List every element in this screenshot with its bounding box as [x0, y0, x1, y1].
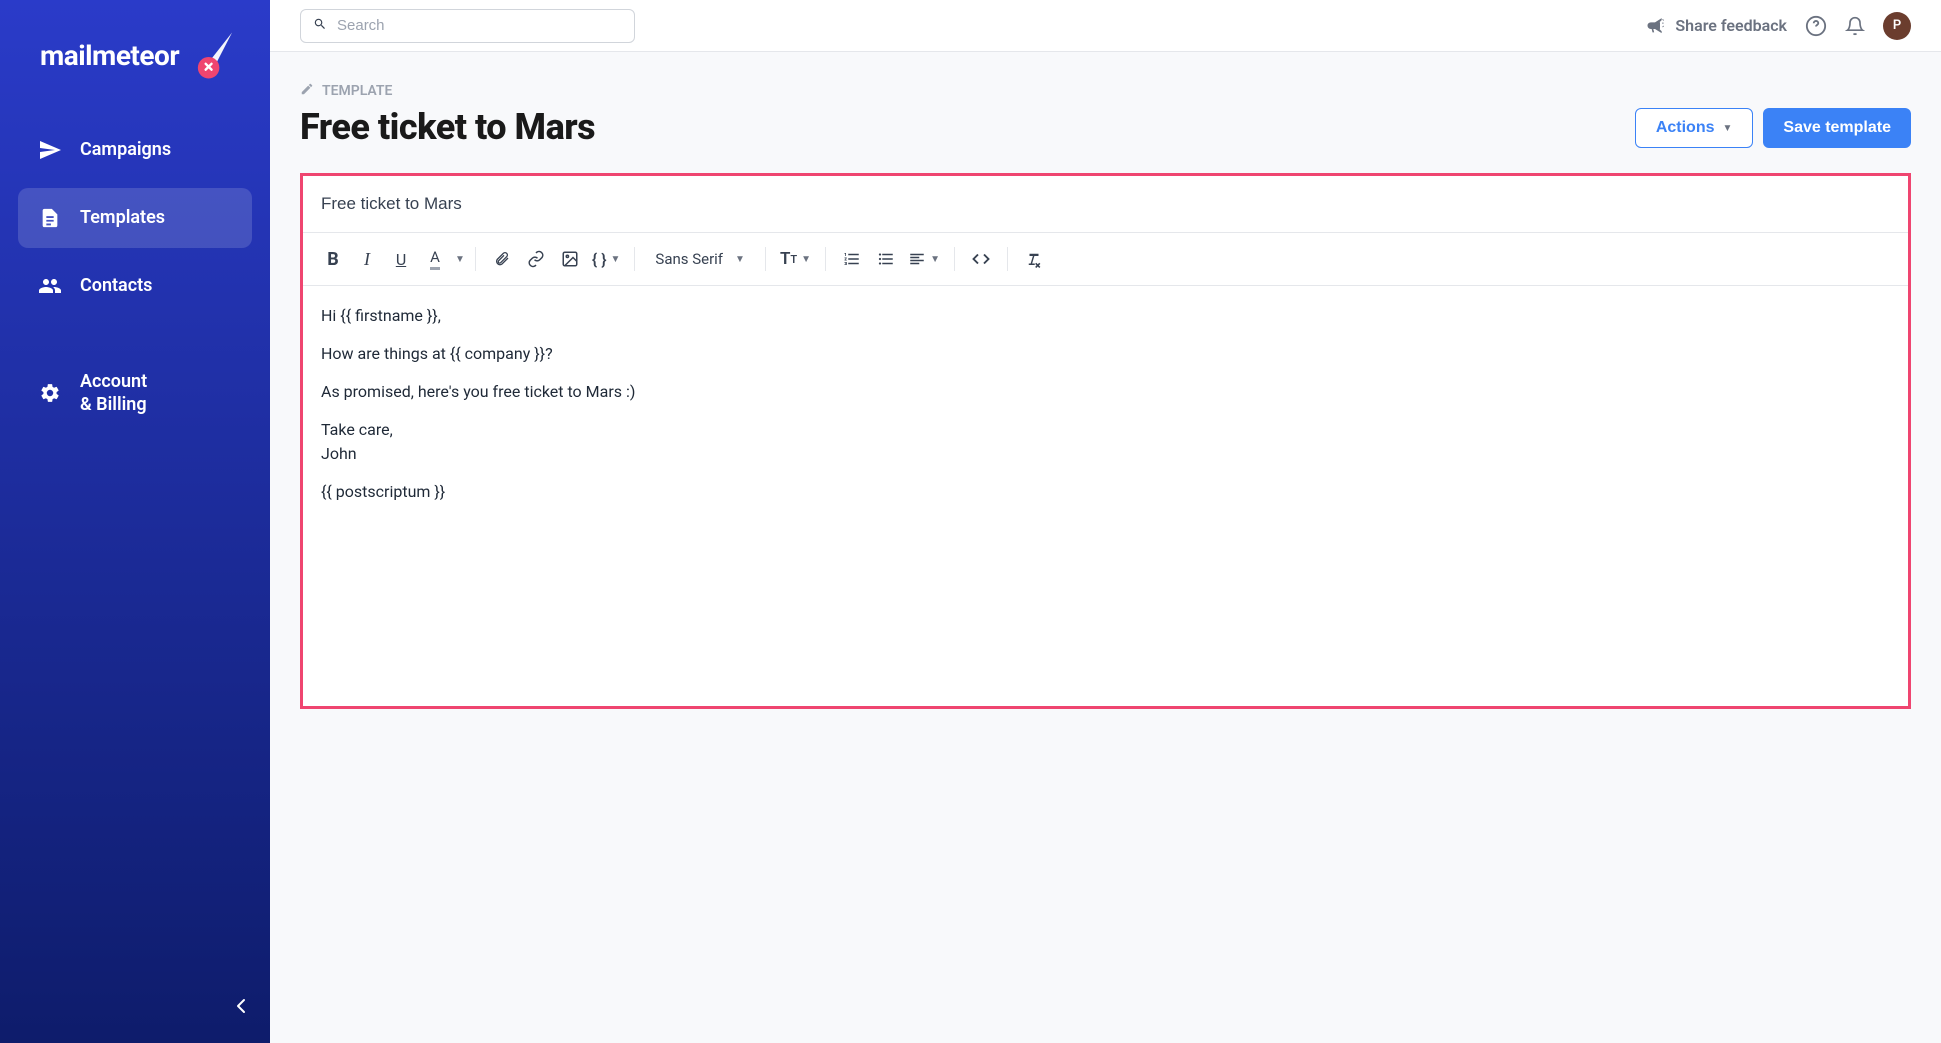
body-line: Hi {{ firstname }}, [321, 304, 1890, 328]
send-icon [38, 138, 62, 162]
caret-down-icon: ▼ [611, 254, 621, 265]
actions-dropdown-button[interactable]: Actions ▼ [1635, 108, 1754, 148]
clear-formatting-button[interactable] [1018, 243, 1050, 275]
text-color-button[interactable]: A [419, 243, 451, 275]
image-button[interactable] [554, 243, 586, 275]
sidebar-item-label: Templates [80, 206, 165, 229]
editor-body[interactable]: Hi {{ firstname }}, How are things at {{… [303, 286, 1908, 706]
align-button[interactable]: ▼ [904, 243, 944, 275]
sidebar-item-contacts[interactable]: Contacts [18, 256, 252, 316]
sidebar-item-label: Campaigns [80, 138, 171, 161]
font-label: Sans Serif [655, 250, 723, 268]
sidebar-item-account-billing[interactable]: Account & Billing [18, 352, 252, 435]
sidebar-item-templates[interactable]: Templates [18, 188, 252, 248]
caret-down-icon[interactable]: ▼ [455, 254, 465, 265]
feedback-label: Share feedback [1675, 16, 1787, 35]
sidebar-nav: Campaigns Templates Contacts Account & B [0, 120, 270, 435]
unordered-list-button[interactable] [870, 243, 902, 275]
body-line: How are things at {{ company }}? [321, 342, 1890, 366]
people-icon [38, 274, 62, 298]
attachment-button[interactable] [486, 243, 518, 275]
bold-button[interactable]: B [317, 243, 349, 275]
save-template-button[interactable]: Save template [1763, 108, 1911, 148]
search-icon [313, 16, 327, 35]
brand-logo[interactable]: mailmeteor [0, 0, 270, 120]
subject-input[interactable] [321, 194, 1890, 214]
body-line: Take care,John [321, 418, 1890, 466]
main-area: Share feedback P [270, 0, 1941, 1043]
user-avatar[interactable]: P [1883, 12, 1911, 40]
search-input[interactable] [337, 17, 622, 34]
pencil-icon [300, 82, 314, 100]
italic-button[interactable]: I [351, 243, 383, 275]
ordered-list-button[interactable] [836, 243, 868, 275]
content: TEMPLATE Free ticket to Mars Actions ▼ S… [270, 52, 1941, 1043]
caret-down-icon: ▼ [930, 254, 940, 265]
notifications-button[interactable] [1845, 15, 1865, 37]
file-icon [38, 206, 62, 230]
help-button[interactable] [1805, 15, 1827, 37]
caret-down-icon: ▼ [801, 254, 811, 265]
sidebar-item-label: Account & Billing [80, 370, 147, 417]
sidebar-collapse-button[interactable] [230, 992, 252, 1025]
page-title: Free ticket to Mars [300, 106, 595, 148]
topbar: Share feedback P [270, 0, 1941, 52]
share-feedback-button[interactable]: Share feedback [1645, 14, 1787, 38]
editor-toolbar: B I U A ▼ { } [303, 233, 1908, 286]
font-size-button[interactable]: TT ▼ [776, 243, 815, 275]
avatar-initial: P [1893, 18, 1901, 33]
subject-row [303, 176, 1908, 233]
breadcrumb-label: TEMPLATE [322, 83, 392, 99]
font-family-dropdown[interactable]: Sans Serif ▼ [645, 250, 755, 268]
actions-label: Actions [1656, 119, 1715, 137]
meteor-icon [191, 30, 240, 80]
caret-down-icon: ▼ [1722, 123, 1732, 134]
breadcrumb: TEMPLATE [300, 82, 595, 100]
sidebar-item-label: Contacts [80, 274, 152, 297]
brand-name: mailmeteor [40, 39, 179, 72]
editor-frame: B I U A ▼ { } [300, 173, 1911, 709]
underline-button[interactable]: U [385, 243, 417, 275]
caret-down-icon: ▼ [735, 254, 745, 265]
sidebar: mailmeteor Campaigns Templates [0, 0, 270, 1043]
gear-icon [38, 381, 62, 405]
link-button[interactable] [520, 243, 552, 275]
save-label: Save template [1783, 119, 1891, 137]
body-line: {{ postscriptum }} [321, 480, 1890, 504]
body-line: As promised, here's you free ticket to M… [321, 380, 1890, 404]
search-box[interactable] [300, 9, 635, 43]
variables-button[interactable]: { } ▼ [588, 243, 625, 275]
code-view-button[interactable] [965, 243, 997, 275]
sidebar-item-campaigns[interactable]: Campaigns [18, 120, 252, 180]
megaphone-icon [1645, 14, 1665, 38]
